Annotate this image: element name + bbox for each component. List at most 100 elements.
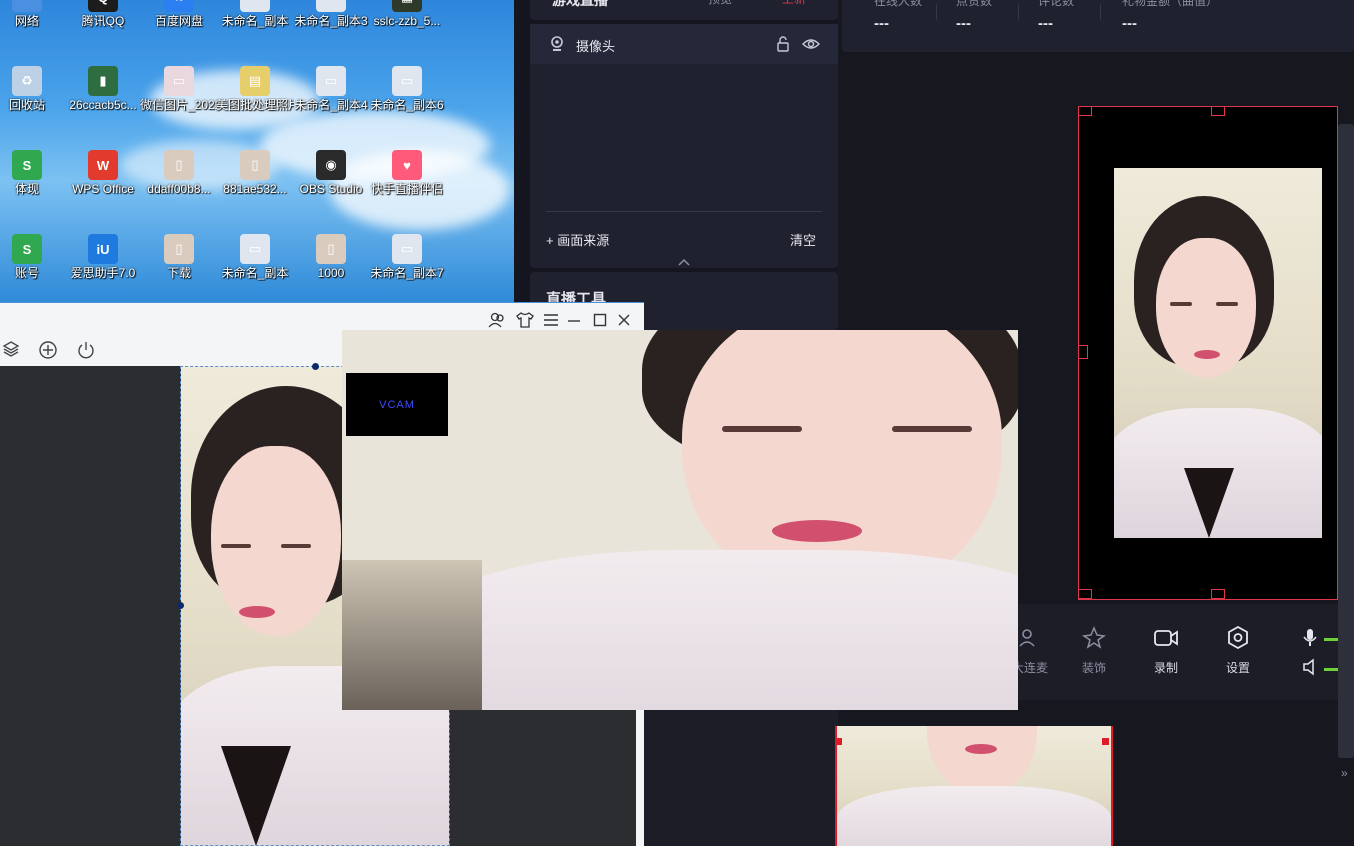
stat-key: 评论数	[1038, 0, 1075, 8]
stat-comments: 评论数 ---	[1038, 0, 1074, 32]
desktop-icon[interactable]: ▦ sslc-zzb_5...	[368, 0, 446, 29]
add-circle-icon[interactable]	[38, 340, 58, 360]
desktop-icon[interactable]: ♥ 快手直播伴侣	[368, 150, 446, 197]
resize-handle[interactable]	[1211, 589, 1225, 599]
desktop-app-icon: ▭	[12, 0, 42, 12]
desktop-app-icon: ▯	[164, 150, 194, 180]
desktop-icon[interactable]: ∞ 百度网盘	[140, 0, 218, 29]
desktop-icon[interactable]: ▭ 未命名_副本	[216, 234, 294, 281]
resize-handle[interactable]	[1078, 106, 1092, 116]
desktop-icon[interactable]: S 账号	[0, 234, 66, 281]
desktop-icon[interactable]: ▯ 1000	[292, 234, 370, 281]
desktop-icon-label: 快手直播伴侣	[370, 182, 443, 196]
divider	[546, 211, 822, 212]
scene-header[interactable]: 游戏直播 › 预览 上新	[530, 0, 838, 20]
chevron-up-icon[interactable]	[678, 258, 690, 266]
desktop-icon[interactable]: ▭ 未命名_副本3	[292, 0, 370, 29]
close-icon[interactable]	[617, 313, 631, 327]
desktop-icon-label: 未命名_副本4	[294, 98, 368, 112]
desktop-icon[interactable]: ▭ 未命名_副本	[216, 0, 294, 29]
desktop-icon-label: 1000	[317, 266, 345, 280]
unlock-icon[interactable]	[776, 36, 790, 52]
stat-key: 在线人数	[874, 0, 923, 8]
desktop-app-icon: ▭	[392, 234, 422, 264]
desktop-icon-label: sslc-zzb_5...	[373, 14, 441, 28]
desktop-icon[interactable]: ▮ 26ccacb5c...	[64, 66, 142, 113]
resize-handle[interactable]	[835, 738, 842, 745]
resize-handle[interactable]	[1078, 345, 1088, 359]
decoration-label: 装饰	[1081, 661, 1106, 675]
desktop-app-icon: W	[88, 150, 118, 180]
selection-handle[interactable]	[312, 363, 319, 370]
video-camera-icon	[1154, 630, 1178, 646]
menu-icon[interactable]	[543, 313, 559, 327]
stat-likes: 点赞数 ---	[956, 0, 992, 32]
speaker-icon[interactable]	[1302, 658, 1318, 676]
scrollbar[interactable]	[1338, 124, 1354, 758]
decoration-button[interactable]: 装饰	[1066, 626, 1122, 676]
selection-handle[interactable]	[177, 602, 184, 609]
desktop-icon[interactable]: ▭ 网络	[0, 0, 66, 29]
desktop-app-icon: ▭	[316, 66, 346, 96]
clear-button[interactable]: 清空	[790, 230, 816, 249]
camera-feed-image	[1114, 168, 1322, 538]
minimize-icon[interactable]	[567, 313, 581, 327]
microphone-icon[interactable]	[1302, 628, 1318, 648]
desktop-icon[interactable]: ◉ OBS Studio	[292, 150, 370, 197]
power-icon[interactable]	[76, 340, 96, 360]
divider	[1018, 4, 1019, 20]
source-item-label: 摄像头	[576, 39, 616, 54]
desktop-icon-label: ddaff00b8...	[147, 182, 211, 196]
desktop-icon-label: 未命名_副本3	[294, 14, 368, 28]
desktop-icon-label: WPS Office	[72, 182, 134, 196]
desktop-app-icon: S	[12, 150, 42, 180]
desktop-icon[interactable]: ▭ 未命名_副本6	[368, 66, 446, 113]
desktop-app-icon: ▭	[164, 66, 194, 96]
resize-handle[interactable]	[1078, 589, 1092, 599]
resize-handle[interactable]	[1102, 738, 1109, 745]
desktop-icon[interactable]: ▯ 下载	[140, 234, 218, 281]
shirt-icon[interactable]	[516, 312, 534, 328]
add-source-button[interactable]: + 画面来源	[546, 230, 609, 249]
desktop-app-icon: ▭	[240, 234, 270, 264]
settings-button[interactable]: 设置	[1210, 625, 1266, 676]
desktop-icon[interactable]: ▭ 未命名_副本4	[292, 66, 370, 113]
desktop-icon[interactable]: Q 腾讯QQ	[64, 0, 142, 29]
desktop-icon[interactable]: iU 爱思助手7.0	[64, 234, 142, 281]
desktop-icon[interactable]: ▭ 未命名_副本7	[368, 234, 446, 281]
stat-value: ---	[1122, 15, 1137, 32]
users-icon[interactable]	[488, 312, 506, 328]
stat-key: 礼物金额（曲值）	[1122, 0, 1219, 8]
source-item-camera[interactable]: 摄像头	[530, 24, 838, 64]
desktop-icon[interactable]: ♻ 回收站	[0, 66, 66, 113]
preview-button[interactable]: 预览	[708, 0, 732, 7]
collapse-icon[interactable]: »	[1341, 766, 1348, 780]
lower-preview-image[interactable]	[835, 726, 1113, 846]
desktop-icon-label: 未命名_副本	[221, 266, 289, 280]
desktop-app-icon: S	[12, 234, 42, 264]
desktop-icon[interactable]: ▯ 881ae532...	[216, 150, 294, 197]
record-button[interactable]: 录制	[1138, 626, 1194, 676]
live-preview-canvas[interactable]	[1078, 106, 1338, 600]
stat-value: ---	[1038, 15, 1053, 32]
desktop-app-icon: ♻	[12, 66, 42, 96]
desktop-icon-label: 26ccacb5c...	[69, 98, 137, 112]
scene-source-panel: 游戏直播 › 预览 上新 摄像头 + 画面来源 清空	[514, 0, 844, 330]
desktop-icon-label: 下载	[166, 266, 191, 280]
stats-bar: 在线人数 --- 点赞数 --- 评论数 --- 礼物金额（曲值） ---	[842, 0, 1354, 52]
desktop-icon[interactable]: ▯ ddaff00b8...	[140, 150, 218, 197]
resize-handle[interactable]	[1211, 106, 1225, 116]
desktop-icon[interactable]: S 体现	[0, 150, 66, 197]
desktop-app-icon: ▤	[240, 66, 270, 96]
desktop-app-icon: ▭	[392, 66, 422, 96]
desktop-icon[interactable]: W WPS Office	[64, 150, 142, 197]
eye-icon[interactable]	[802, 37, 820, 51]
layers-icon[interactable]	[2, 340, 20, 358]
desktop-icon[interactable]: ▭ 微信图片_2022051...	[140, 66, 218, 113]
desktop-icon[interactable]: ▤ 美图批处理照片	[216, 66, 294, 113]
divider	[936, 4, 937, 20]
maximize-icon[interactable]	[593, 313, 607, 327]
new-button[interactable]: 上新	[782, 0, 806, 7]
desktop-icon-label: 未命名_副本	[221, 14, 289, 28]
desktop-app-icon: ▯	[316, 234, 346, 264]
